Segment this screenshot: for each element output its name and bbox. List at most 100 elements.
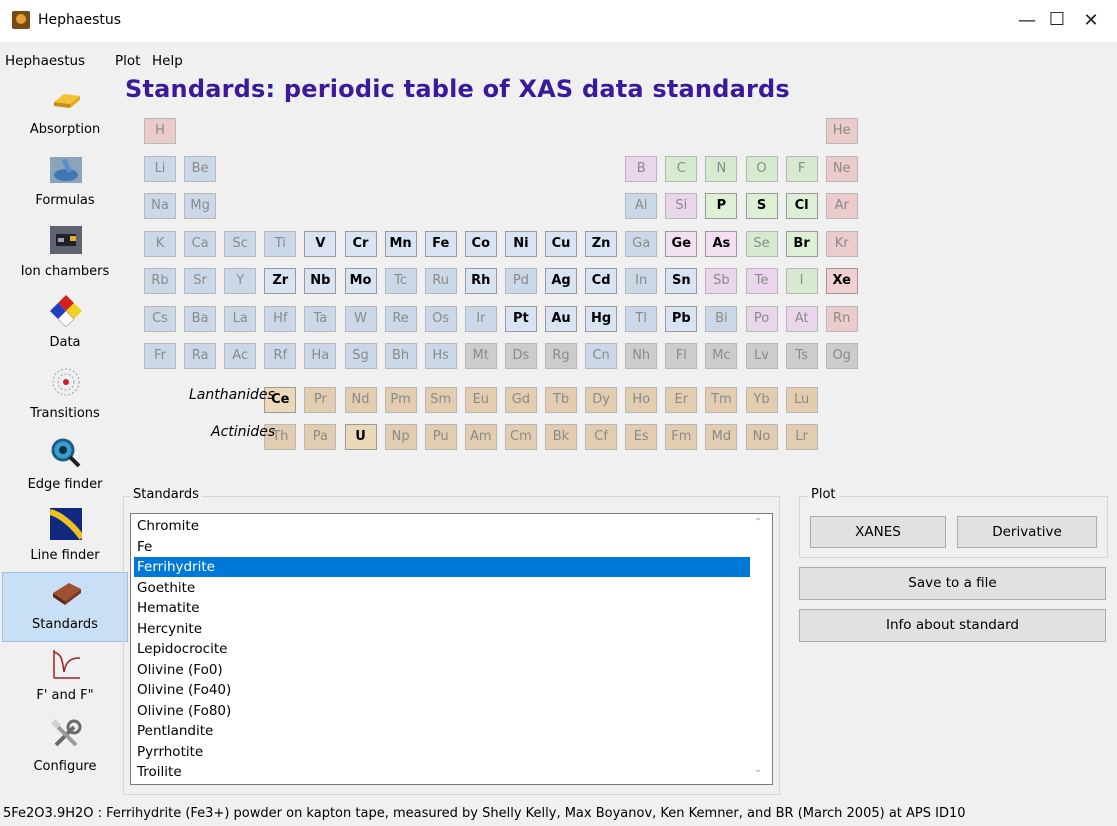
element-co[interactable]: Co: [464, 230, 497, 257]
element-mc[interactable]: Mc: [705, 343, 738, 369]
element-ac[interactable]: Ac: [224, 343, 257, 369]
element-bi[interactable]: Bi: [705, 305, 738, 332]
list-item[interactable]: Pyrrhotite: [134, 742, 750, 762]
element-cl[interactable]: Cl: [785, 193, 818, 219]
list-item[interactable]: Hercynite: [134, 619, 750, 639]
element-cf[interactable]: Cf: [585, 423, 618, 450]
element-md[interactable]: Md: [705, 423, 738, 450]
element-pb[interactable]: Pb: [665, 305, 698, 332]
list-item[interactable]: Hematite: [134, 598, 750, 618]
element-w[interactable]: W: [344, 305, 377, 332]
element-ti[interactable]: Ti: [264, 230, 297, 257]
list-item[interactable]: Lepidocrocite: [134, 639, 750, 659]
list-scrollbar[interactable]: ⌃ ⌄: [748, 514, 772, 784]
element-zr[interactable]: Zr: [264, 268, 297, 294]
element-re[interactable]: Re: [384, 305, 417, 332]
element-bh[interactable]: Bh: [384, 343, 417, 369]
xanes-button[interactable]: XANES: [810, 516, 946, 548]
element-sg[interactable]: Sg: [344, 343, 377, 369]
element-eu[interactable]: Eu: [464, 387, 497, 413]
element-sr[interactable]: Sr: [184, 268, 217, 294]
element-lr[interactable]: Lr: [785, 423, 818, 450]
list-item[interactable]: Troilite: [134, 762, 750, 782]
element-pm[interactable]: Pm: [384, 387, 417, 413]
element-u[interactable]: U: [344, 423, 377, 450]
element-al[interactable]: Al: [625, 193, 658, 219]
element-ar[interactable]: Ar: [825, 193, 858, 219]
scroll-down-arrow[interactable]: ⌄: [754, 764, 762, 775]
info-about-standard-button[interactable]: Info about standard: [799, 609, 1106, 642]
element-as[interactable]: As: [705, 230, 738, 257]
element-nb[interactable]: Nb: [304, 268, 337, 294]
element-no[interactable]: No: [745, 423, 778, 450]
element-po[interactable]: Po: [745, 305, 778, 332]
element-dy[interactable]: Dy: [585, 387, 618, 413]
element-te[interactable]: Te: [745, 268, 778, 294]
element-ca[interactable]: Ca: [184, 230, 217, 257]
element-pt[interactable]: Pt: [504, 305, 537, 332]
element-xe[interactable]: Xe: [825, 268, 858, 294]
element-be[interactable]: Be: [184, 155, 217, 182]
list-item[interactable]: Pentlandite: [134, 721, 750, 741]
element-ge[interactable]: Ge: [665, 230, 698, 257]
element-n[interactable]: N: [705, 155, 738, 182]
element-he[interactable]: He: [825, 118, 858, 144]
element-tc[interactable]: Tc: [384, 268, 417, 294]
element-gd[interactable]: Gd: [504, 387, 537, 413]
element-au[interactable]: Au: [545, 305, 577, 332]
element-rh[interactable]: Rh: [464, 268, 497, 294]
element-tm[interactable]: Tm: [705, 387, 738, 413]
element-am[interactable]: Am: [464, 423, 497, 450]
element-ta[interactable]: Ta: [304, 305, 337, 332]
element-ir[interactable]: Ir: [464, 305, 497, 332]
element-nh[interactable]: Nh: [625, 343, 658, 369]
tool-line-finder[interactable]: Line finder: [2, 504, 128, 574]
element-o[interactable]: O: [745, 155, 778, 182]
element-ag[interactable]: Ag: [545, 268, 577, 294]
element-f[interactable]: F: [785, 155, 818, 182]
element-ru[interactable]: Ru: [424, 268, 457, 294]
element-sc[interactable]: Sc: [224, 230, 257, 257]
element-at[interactable]: At: [785, 305, 818, 332]
element-cr[interactable]: Cr: [344, 230, 377, 257]
element-cu[interactable]: Cu: [545, 230, 577, 257]
tool-standards[interactable]: Standards: [2, 572, 128, 642]
element-ds[interactable]: Ds: [504, 343, 537, 369]
element-c[interactable]: C: [665, 155, 698, 182]
element-b[interactable]: B: [625, 155, 658, 182]
element-cs[interactable]: Cs: [144, 305, 176, 332]
element-rg[interactable]: Rg: [545, 343, 577, 369]
list-item[interactable]: Chromite: [134, 516, 750, 536]
element-li[interactable]: Li: [144, 155, 176, 182]
element-mg[interactable]: Mg: [184, 193, 217, 219]
tool-configure[interactable]: Configure: [2, 715, 128, 785]
element-ho[interactable]: Ho: [625, 387, 658, 413]
element-hf[interactable]: Hf: [264, 305, 297, 332]
element-lv[interactable]: Lv: [745, 343, 778, 369]
element-fe[interactable]: Fe: [424, 230, 457, 257]
element-tl[interactable]: Tl: [625, 305, 658, 332]
list-item[interactable]: Goethite: [134, 578, 750, 598]
element-ni[interactable]: Ni: [504, 230, 537, 257]
element-nd[interactable]: Nd: [344, 387, 377, 413]
element-rn[interactable]: Rn: [825, 305, 858, 332]
element-hs[interactable]: Hs: [424, 343, 457, 369]
element-sb[interactable]: Sb: [705, 268, 738, 294]
element-tb[interactable]: Tb: [545, 387, 577, 413]
scroll-up-arrow[interactable]: ⌃: [754, 517, 762, 528]
element-yb[interactable]: Yb: [745, 387, 778, 413]
element-hg[interactable]: Hg: [585, 305, 618, 332]
list-item[interactable]: Olivine (Fo0): [134, 660, 750, 680]
element-fm[interactable]: Fm: [665, 423, 698, 450]
element-pr[interactable]: Pr: [304, 387, 337, 413]
element-kr[interactable]: Kr: [825, 230, 858, 257]
element-zn[interactable]: Zn: [585, 230, 618, 257]
list-item[interactable]: Olivine (Fo40): [134, 680, 750, 700]
element-cn[interactable]: Cn: [585, 343, 618, 369]
element-k[interactable]: K: [144, 230, 176, 257]
element-bk[interactable]: Bk: [545, 423, 577, 450]
element-np[interactable]: Np: [384, 423, 417, 450]
element-si[interactable]: Si: [665, 193, 698, 219]
element-os[interactable]: Os: [424, 305, 457, 332]
element-pd[interactable]: Pd: [504, 268, 537, 294]
